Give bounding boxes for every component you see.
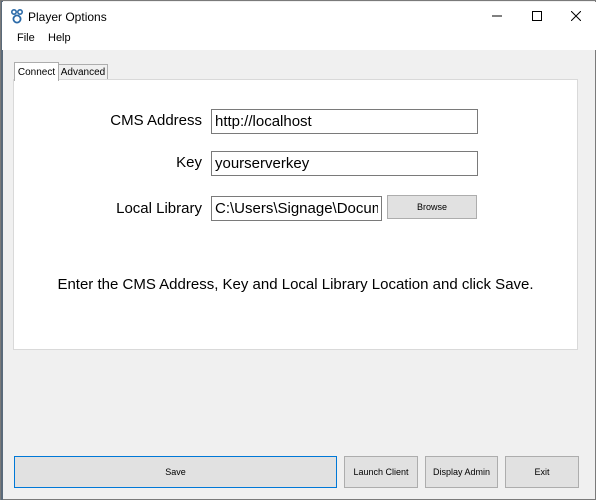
local-library-label: Local Library — [116, 200, 202, 217]
key-input[interactable] — [211, 151, 478, 176]
browse-button[interactable]: Browse — [387, 195, 477, 219]
exit-button[interactable]: Exit — [505, 456, 579, 488]
display-admin-button[interactable]: Display Admin — [425, 456, 498, 488]
player-options-window: Player Options File Help Connect Advance… — [0, 0, 596, 500]
menu-file[interactable]: File — [15, 32, 37, 44]
cms-address-label: CMS Address — [110, 112, 202, 129]
window-title: Player Options — [28, 10, 107, 24]
close-button[interactable] — [556, 2, 596, 31]
tab-connect[interactable]: Connect — [14, 62, 59, 81]
menu-bar: File Help — [2, 31, 596, 50]
save-button[interactable]: Save — [14, 456, 337, 488]
minimize-icon — [492, 8, 502, 26]
window-left-edge — [1, 1, 3, 500]
close-icon — [570, 8, 582, 26]
minimize-button[interactable] — [477, 2, 517, 31]
maximize-button[interactable] — [517, 2, 557, 31]
cms-address-input[interactable] — [211, 109, 478, 134]
key-label: Key — [176, 154, 202, 171]
xibo-player-icon — [10, 8, 24, 24]
maximize-icon — [532, 8, 542, 26]
tab-advanced[interactable]: Advanced — [59, 64, 108, 80]
title-bar[interactable]: Player Options — [2, 2, 596, 31]
local-library-input[interactable] — [211, 196, 382, 221]
instructions-text: Enter the CMS Address, Key and Local Lib… — [57, 276, 534, 293]
launch-client-button[interactable]: Launch Client — [344, 456, 418, 488]
menu-help[interactable]: Help — [46, 32, 73, 44]
